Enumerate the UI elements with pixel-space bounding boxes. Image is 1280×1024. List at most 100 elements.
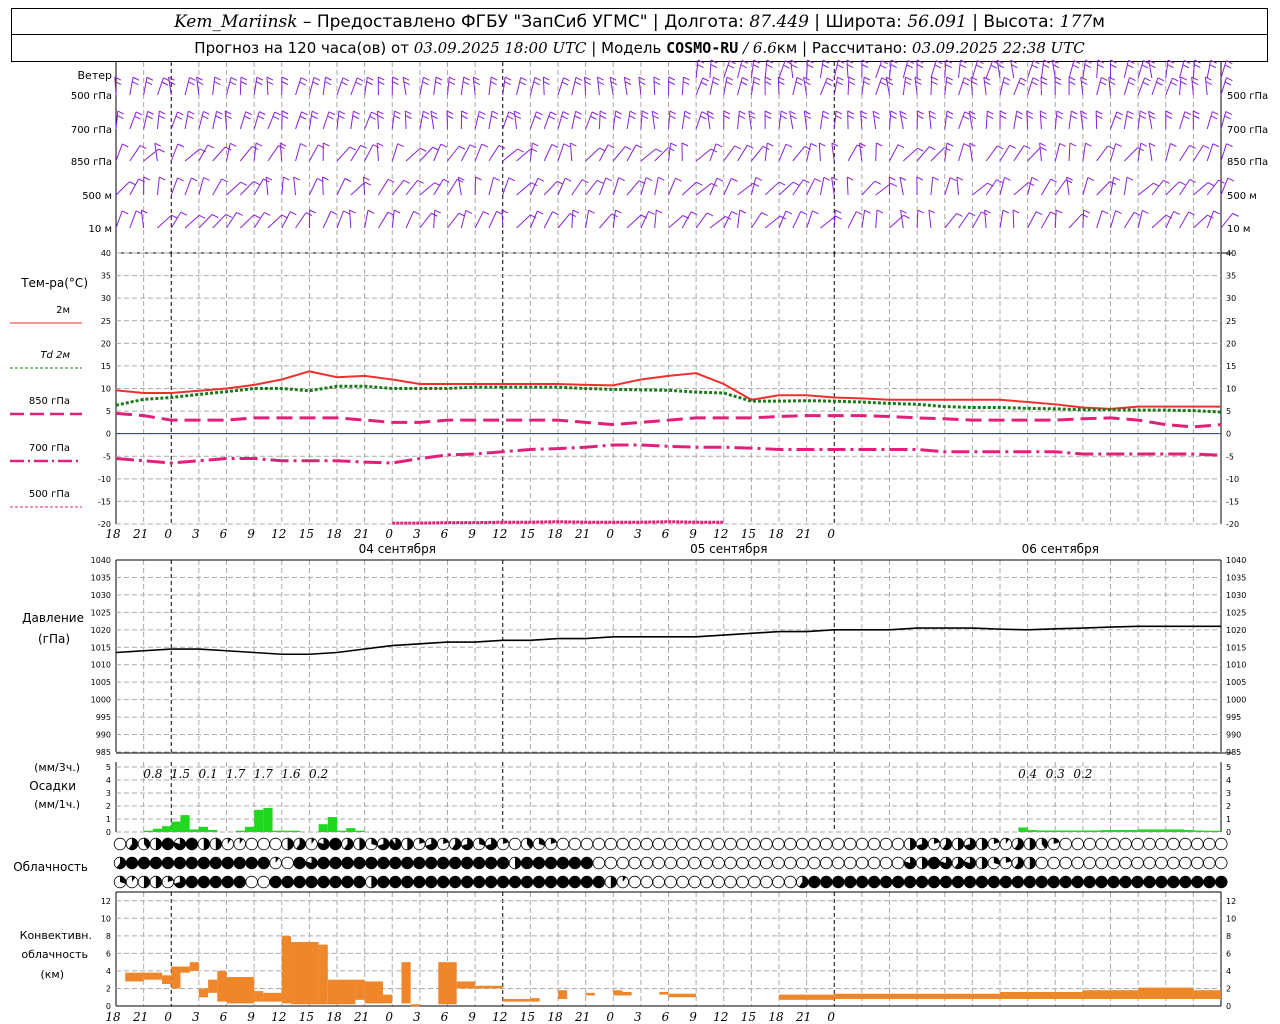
wind-barb-flag <box>1068 81 1076 85</box>
wind-barb-flag <box>1172 77 1179 82</box>
wind-barb <box>336 178 346 196</box>
cloud-cover-circle <box>844 837 857 851</box>
wind-barb-flag <box>917 147 924 152</box>
pressure-tick-right: 1020 <box>1226 626 1246 635</box>
wind-barb-flag <box>372 144 380 149</box>
wind-barb-flag <box>1110 64 1117 68</box>
wind-barb <box>1082 177 1089 196</box>
cloud-cover-fill <box>1143 876 1156 888</box>
conv-bar <box>530 998 540 1002</box>
wind-barb <box>930 60 937 79</box>
wind-barb <box>1123 147 1139 162</box>
wind-barb <box>971 211 982 229</box>
wind-barb <box>295 143 301 162</box>
wind-barb <box>723 145 736 162</box>
wind-barb-flag <box>761 212 768 216</box>
wind-barb <box>806 210 813 229</box>
conv-bar <box>659 991 669 995</box>
wind-barb-flag <box>1072 64 1079 69</box>
wind-barb <box>1193 182 1209 196</box>
conv-title-1: Конвективн. <box>20 929 92 942</box>
wind-barb-flag <box>405 110 412 115</box>
wind-barb-flag <box>669 115 676 119</box>
wind-barb-flag <box>281 110 289 115</box>
wind-barb-flag <box>435 76 443 81</box>
wind-barb <box>820 215 836 229</box>
wind-barb <box>1206 179 1219 196</box>
wind-barb-flag <box>570 142 577 147</box>
cloud-cover-fill <box>1012 876 1024 888</box>
wind-barb-flag <box>1126 176 1134 181</box>
wind-barb-flag <box>443 178 450 183</box>
wind-barb <box>129 145 141 162</box>
wind-barb-flag <box>1116 111 1124 116</box>
pressure-tick-right: 1025 <box>1226 608 1246 617</box>
conv-bar <box>502 998 531 1002</box>
wind-barb-flag <box>784 60 792 65</box>
wind-barb-flag <box>778 181 786 186</box>
cloud-cover-fill <box>155 876 162 888</box>
cloud-cover-fill <box>305 876 318 888</box>
wind-barb-flag <box>596 179 604 184</box>
wind-barb-flag <box>1009 144 1016 149</box>
wind-barb-flag <box>498 144 506 149</box>
wind-barb <box>364 111 372 130</box>
cloud-cover-circle <box>772 856 785 870</box>
precip-tick-right: 4 <box>1226 776 1231 785</box>
wind-barb-flag <box>753 81 760 86</box>
wind-barb-flag <box>478 115 485 120</box>
cloud-cover-fill <box>329 857 342 869</box>
x-tick-label-bottom: 15 <box>299 1010 314 1024</box>
wind-barb-flag <box>534 115 542 120</box>
conv-tick-right: 4 <box>1226 967 1231 976</box>
temp-tick: 5 <box>106 407 111 416</box>
x-tick-label: 21 <box>795 527 811 541</box>
wind-barb <box>623 77 628 96</box>
wind-barb-flag <box>846 59 854 64</box>
wind-barb-flag <box>1191 81 1199 85</box>
wind-barb-flag <box>872 110 880 115</box>
conv-bar <box>143 972 163 980</box>
cloud-cover-fill <box>808 876 821 888</box>
temp-legend-label: Td 2м <box>40 350 70 361</box>
cloud-cover-circle <box>724 837 737 851</box>
wind-barb-flag <box>1224 64 1232 69</box>
wind-barb-flag <box>491 110 499 115</box>
wind-barb-flag <box>1096 115 1103 119</box>
x-tick-label: 6 <box>220 527 228 541</box>
precip-tick: 3 <box>106 789 111 798</box>
wind-barb-flag <box>690 211 698 216</box>
cloud-cover-circle <box>724 875 737 889</box>
pressure-tick-right: 1040 <box>1226 556 1246 565</box>
cloud-cover-circle <box>760 856 773 870</box>
wind-barb-flag <box>483 211 490 216</box>
precip-tick-right: 0 <box>1226 828 1231 837</box>
wind-barb <box>612 146 626 162</box>
wind-barb <box>681 76 684 96</box>
wind-barb <box>1123 77 1130 96</box>
wind-barb <box>322 77 326 96</box>
wind-barb-flag <box>1226 60 1233 65</box>
cloud-cover-fill <box>407 838 414 850</box>
wind-barb <box>405 147 421 162</box>
cloud-cover-circle <box>796 837 809 851</box>
wind-barb <box>336 77 344 96</box>
x-tick-label: 15 <box>741 527 756 541</box>
wind-barb-flag <box>473 81 481 86</box>
x-tick-label-bottom: 6 <box>220 1010 228 1024</box>
wind-barb-flag <box>534 77 542 81</box>
wind-barb-flag <box>202 115 209 120</box>
wind-barb-flag <box>683 76 690 81</box>
temp-tick: 15 <box>101 362 111 371</box>
x-tick-label: 9 <box>689 527 697 541</box>
wind-barb-flag <box>355 81 362 86</box>
wind-barb-flag <box>949 177 957 182</box>
wind-barb <box>115 181 130 196</box>
wind-barb <box>253 178 264 196</box>
wind-barb-flag <box>1205 76 1212 81</box>
cloud-cover-fill <box>269 876 282 888</box>
wind-barb-flag <box>835 115 842 120</box>
wind-barb-flag <box>550 111 557 116</box>
wind-barb <box>899 177 904 196</box>
precip-title: Осадки <box>29 779 76 793</box>
